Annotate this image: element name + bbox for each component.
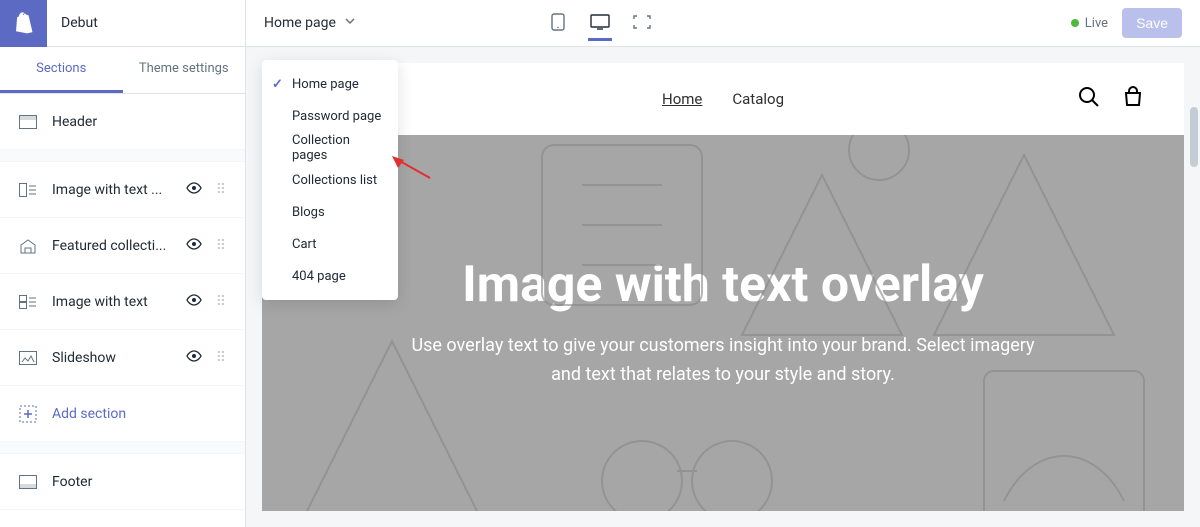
fullscreen-viewport-icon[interactable] — [630, 5, 654, 41]
drag-handle-icon[interactable]: ⠿ — [216, 350, 227, 366]
dd-password-page[interactable]: Password page — [262, 100, 398, 132]
nav-catalog[interactable]: Catalog — [732, 90, 784, 108]
image-text-icon — [18, 183, 38, 197]
nav-home[interactable]: Home — [662, 90, 702, 108]
section-featured-collection[interactable]: Featured collecti... ⠿ — [0, 218, 245, 274]
dd-cart[interactable]: Cart — [262, 228, 398, 260]
placeholder-graphics — [262, 135, 1184, 511]
live-status: Live — [1071, 16, 1108, 31]
tab-sections[interactable]: Sections — [0, 47, 123, 93]
hero-section: Image with text overlay Use overlay text… — [262, 135, 1184, 511]
cart-icon[interactable] — [1122, 86, 1144, 112]
visibility-toggle-icon[interactable] — [186, 294, 202, 310]
scrollbar[interactable] — [1190, 107, 1198, 167]
dd-collection-pages[interactable]: Collection pages — [262, 132, 398, 164]
brand-area: Debut — [0, 0, 246, 46]
store-nav: Home Catalog — [662, 90, 784, 108]
tab-theme-settings[interactable]: Theme settings — [123, 47, 246, 93]
page-dropdown: Home page Password page Collection pages… — [262, 60, 398, 300]
collection-icon — [18, 238, 38, 254]
store-header-icons — [1078, 86, 1144, 112]
footer-section-icon — [18, 475, 38, 489]
save-button[interactable]: Save — [1122, 8, 1182, 38]
image-text2-icon — [18, 295, 38, 309]
dd-collections-list[interactable]: Collections list — [262, 164, 398, 196]
section-footer[interactable]: Footer — [0, 454, 245, 510]
topbar-right: Live Save — [1071, 8, 1200, 38]
add-section-button[interactable]: Add section — [0, 386, 245, 442]
visibility-toggle-icon[interactable] — [186, 182, 202, 198]
section-slideshow[interactable]: Slideshow ⠿ — [0, 330, 245, 386]
section-image-with-text[interactable]: Image with text ⠿ — [0, 274, 245, 330]
store-preview: EMO Home Catalog — [262, 63, 1184, 511]
desktop-viewport-icon[interactable] — [588, 5, 612, 41]
chevron-down-icon — [344, 15, 356, 31]
dd-blogs[interactable]: Blogs — [262, 196, 398, 228]
page-selector[interactable]: Home page — [246, 0, 374, 46]
slideshow-icon — [18, 351, 38, 365]
section-header[interactable]: Header — [0, 94, 245, 150]
theme-name: Debut — [47, 15, 98, 31]
page-selector-label: Home page — [264, 15, 336, 31]
dd-404-page[interactable]: 404 page — [262, 260, 398, 292]
store-header: EMO Home Catalog — [262, 63, 1184, 135]
search-icon[interactable] — [1078, 86, 1100, 112]
live-dot-icon — [1071, 19, 1079, 27]
viewport-switcher — [546, 5, 654, 41]
shopify-logo — [0, 0, 47, 47]
visibility-toggle-icon[interactable] — [186, 238, 202, 254]
section-image-with-text-overlay[interactable]: Image with text ... ⠿ — [0, 162, 245, 218]
drag-handle-icon[interactable]: ⠿ — [216, 294, 227, 310]
sidebar: Sections Theme settings Header Image wit… — [0, 47, 246, 527]
header-section-icon — [18, 115, 38, 129]
dd-home-page[interactable]: Home page — [262, 68, 398, 100]
drag-handle-icon[interactable]: ⠿ — [216, 238, 227, 254]
visibility-toggle-icon[interactable] — [186, 350, 202, 366]
topbar: Debut Home page Live Save — [0, 0, 1200, 47]
mobile-viewport-icon[interactable] — [546, 5, 570, 41]
drag-handle-icon[interactable]: ⠿ — [216, 182, 227, 198]
sidebar-tabs: Sections Theme settings — [0, 47, 245, 94]
add-section-icon — [18, 405, 38, 423]
